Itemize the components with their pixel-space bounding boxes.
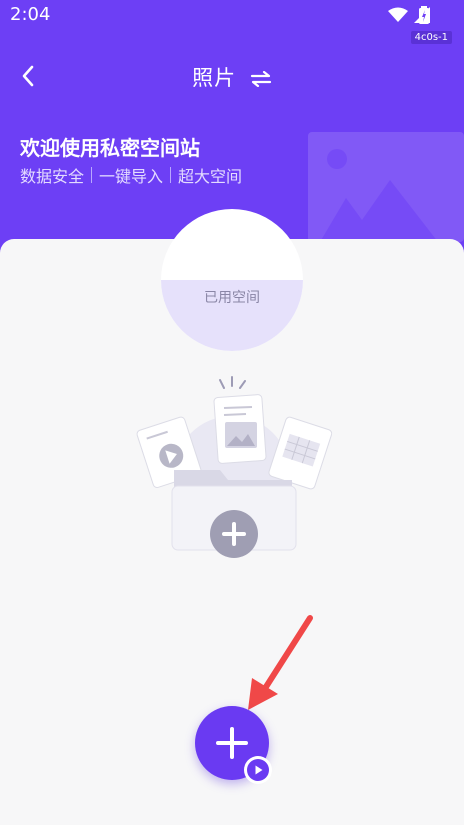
plus-icon bbox=[216, 727, 248, 759]
welcome-title: 欢迎使用私密空间站 bbox=[20, 136, 200, 160]
plus-icon bbox=[210, 510, 258, 558]
video-tutorial-button[interactable] bbox=[244, 756, 272, 784]
storage-usage-circle: 已用空间 bbox=[161, 209, 303, 351]
status-tag: 4c0s-1 bbox=[410, 31, 452, 44]
image-file-icon bbox=[213, 394, 267, 464]
landscape-image-icon bbox=[308, 132, 464, 242]
swap-icon[interactable] bbox=[250, 71, 272, 87]
status-bar: 2:04 4c0s-1 bbox=[0, 0, 464, 44]
wifi-icon bbox=[388, 7, 408, 22]
feature-list: 数据安全 一键导入 超大空间 bbox=[20, 163, 242, 187]
status-time: 2:04 bbox=[10, 4, 51, 25]
storage-usage-label: 已用空间 bbox=[204, 290, 260, 306]
play-icon bbox=[247, 759, 269, 781]
page-title[interactable]: 照片 bbox=[192, 66, 236, 90]
nav-bar: 照片 bbox=[0, 54, 464, 100]
battery-icon bbox=[419, 6, 429, 24]
empty-folder-illustration bbox=[136, 376, 333, 558]
feature-item: 数据安全 bbox=[20, 167, 85, 186]
feature-item: 超大空间 bbox=[178, 167, 243, 186]
sparkle-icon bbox=[219, 376, 246, 389]
feature-item: 一键导入 bbox=[99, 167, 164, 186]
nav-title-group: 照片 bbox=[0, 62, 464, 92]
feature-divider bbox=[91, 167, 93, 183]
pointer-arrow-icon bbox=[248, 615, 313, 710]
feature-divider bbox=[170, 167, 172, 183]
